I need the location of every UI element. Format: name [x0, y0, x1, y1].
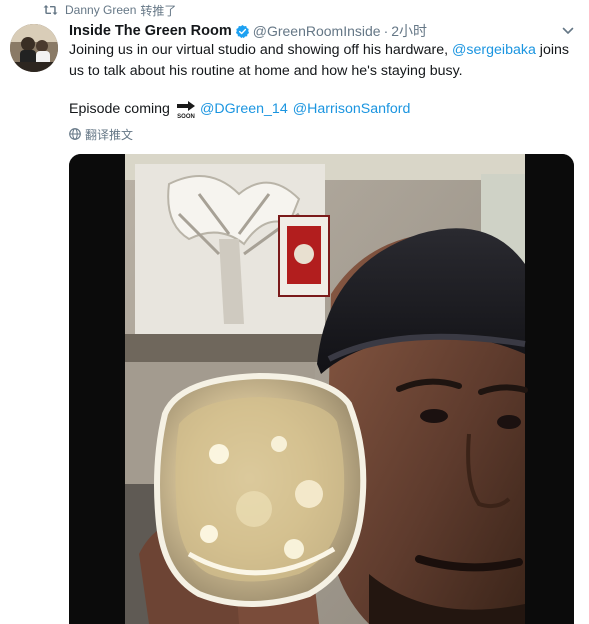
separator-dot: · — [383, 23, 389, 39]
tweet-text: Joining us in our virtual studio and sho… — [69, 40, 574, 82]
retweeter-name-link[interactable]: Danny Green — [65, 3, 136, 17]
mention-dgreen-link[interactable]: @DGreen_14 — [200, 101, 288, 117]
globe-icon — [69, 128, 81, 140]
display-name-link[interactable]: Inside The Green Room — [69, 23, 232, 39]
timestamp-link[interactable]: 2小时 — [391, 21, 427, 41]
translate-label: 翻译推文 — [85, 127, 134, 142]
soon-arrow-emoji-icon: SOON — [176, 99, 196, 120]
tweet-card[interactable]: Danny Green 转推了 Inside The Green Room @G… — [0, 0, 589, 624]
svg-text:SOON: SOON — [177, 114, 195, 119]
mention-harrisonsanford-link[interactable]: @HarrisonSanford — [293, 101, 411, 117]
retweet-icon — [43, 4, 58, 16]
retweet-action-label: 转推了 — [140, 3, 177, 18]
tweet-header: Inside The Green Room @GreenRoomInside ·… — [69, 20, 589, 42]
verified-badge-icon — [235, 24, 250, 39]
episode-line: Episode coming SOON @DGreen_14 @Harrison… — [69, 98, 410, 120]
ring-image — [154, 372, 367, 607]
video-thumbnail[interactable] — [69, 154, 574, 624]
translate-tweet-button[interactable]: 翻译推文 — [69, 126, 133, 142]
mention-sergeibaka-link[interactable]: @sergeibaka — [452, 42, 536, 58]
avatar[interactable] — [10, 24, 58, 72]
video-frame — [125, 154, 528, 624]
handle-link[interactable]: @GreenRoomInside — [253, 23, 381, 39]
tweet-text-part1: Joining us in our virtual studio and sho… — [69, 42, 453, 58]
retweet-context: Danny Green 转推了 — [43, 2, 176, 18]
episode-text: Episode coming — [69, 101, 170, 117]
chevron-down-icon[interactable] — [561, 24, 575, 38]
